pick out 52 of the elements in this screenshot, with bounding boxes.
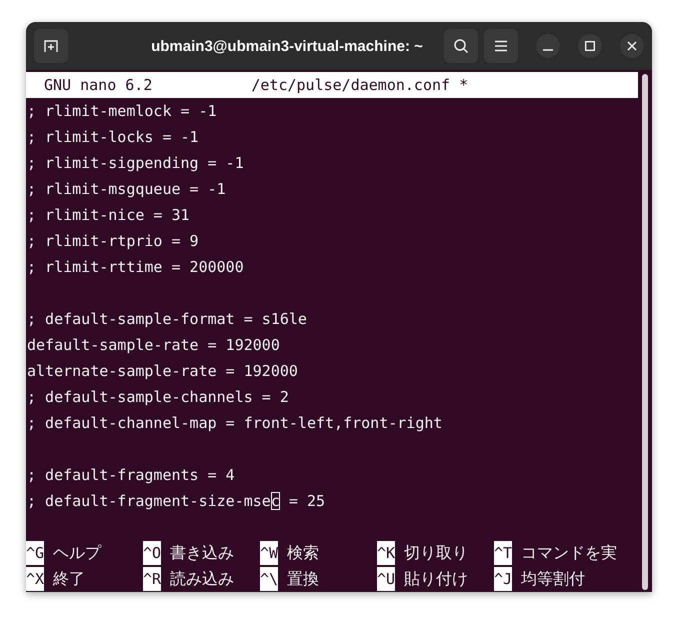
- search-button[interactable]: [444, 29, 478, 63]
- shortcut-key: ^U: [377, 567, 396, 591]
- shortcut-label: 書き込み: [170, 542, 234, 564]
- shortcut-label: 切り取り: [404, 542, 468, 564]
- code-line: ; rlimit-msgqueue = -1: [27, 180, 226, 198]
- code-line: ; rlimit-rtprio = 9: [27, 232, 199, 250]
- shortcut-label: 検索: [287, 542, 320, 564]
- code-line: ; rlimit-sigpending = -1: [27, 154, 244, 172]
- shortcut-key: ^R: [143, 567, 162, 591]
- code-line: default-sample-rate = 192000: [27, 336, 280, 354]
- code-line: ; default-fragment-size-mse: [27, 492, 271, 510]
- code-line: ; default-sample-format = s16le: [27, 310, 307, 328]
- shortcut-label: 置換: [287, 568, 320, 590]
- code-line: ; rlimit-nice = 31: [27, 206, 190, 224]
- shortcut-key: ^G: [26, 541, 44, 565]
- shortcut-label: コマンドを実: [521, 542, 618, 564]
- new-tab-icon: [43, 38, 59, 54]
- scrollbar[interactable]: [642, 74, 648, 590]
- shortcut-label: 均等割付: [521, 568, 586, 590]
- editor-version: GNU nano 6.2: [44, 76, 152, 94]
- shortcut-label: 貼り付け: [404, 568, 468, 590]
- shortcut-label: ヘルプ: [53, 542, 102, 564]
- menu-button[interactable]: [484, 29, 518, 63]
- menu-icon: [494, 40, 508, 52]
- file-path: /etc/pulse/daemon.conf *: [251, 76, 468, 94]
- maximize-icon: [585, 41, 595, 51]
- maximize-button[interactable]: [578, 34, 602, 58]
- shortcut-label: 終了: [53, 568, 86, 590]
- shortcut-key: ^T: [494, 541, 512, 565]
- shortcut-key: ^K: [377, 541, 396, 565]
- window-title: ubmain3@ubmain3-virtual-machine: ~: [150, 38, 424, 54]
- code-line: ; rlimit-rttime = 200000: [27, 258, 244, 276]
- minimize-icon: [543, 49, 553, 51]
- code-line: alternate-sample-rate = 192000: [27, 362, 298, 380]
- shortcut-label: 読み込み: [170, 568, 234, 590]
- code-line: ; rlimit-locks = -1: [27, 128, 199, 146]
- shortcut-key: ^J: [494, 567, 512, 591]
- shortcut-key: ^X: [26, 567, 44, 591]
- shortcut-key: ^W: [260, 541, 278, 565]
- text-cursor: c: [270, 492, 280, 510]
- code-line: ; default-fragments = 4: [27, 466, 235, 484]
- minimize-button[interactable]: [536, 34, 560, 58]
- code-line: ; default-channel-map = front-left,front-right: [27, 414, 442, 432]
- code-line: = 25: [288, 492, 326, 510]
- close-button[interactable]: [620, 34, 644, 58]
- shortcut-key: ^\: [260, 567, 278, 591]
- code-line: ; rlimit-memlock = -1: [27, 102, 217, 120]
- shortcut-key: ^O: [143, 541, 162, 565]
- close-icon: [627, 41, 637, 51]
- new-tab-button[interactable]: [34, 29, 68, 63]
- code-line: ; default-sample-channels = 2: [27, 388, 289, 406]
- search-icon: [453, 38, 469, 54]
